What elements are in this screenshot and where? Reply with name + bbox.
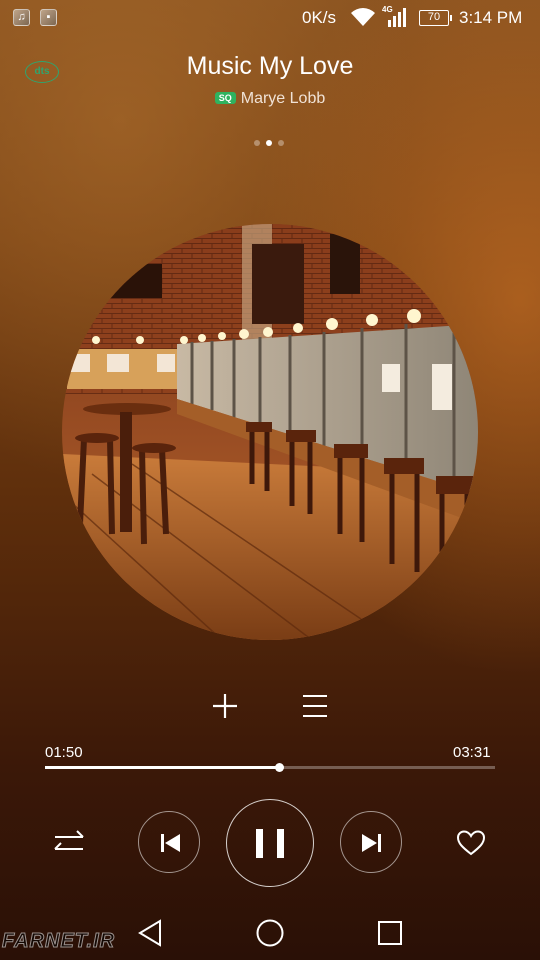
song-title: Music My Love bbox=[186, 52, 354, 80]
pause-button[interactable] bbox=[226, 799, 314, 887]
time-total: 03:31 bbox=[453, 744, 491, 761]
page-dot-active bbox=[266, 140, 272, 146]
signal-icon bbox=[384, 6, 410, 33]
music-notification-icon: ♫ bbox=[13, 9, 30, 26]
artist-row: SQ Marye Lobb bbox=[0, 90, 540, 108]
page-dot bbox=[278, 140, 284, 146]
clock: 3:14 PM bbox=[459, 8, 523, 27]
next-button[interactable] bbox=[340, 811, 402, 873]
queue-icon[interactable] bbox=[302, 694, 328, 718]
wifi-icon bbox=[350, 7, 376, 32]
previous-button[interactable] bbox=[138, 811, 200, 873]
home-icon[interactable] bbox=[255, 918, 285, 948]
page-dot bbox=[254, 140, 260, 146]
network-speed: 0K/s bbox=[302, 8, 337, 27]
pause-icon bbox=[256, 829, 284, 858]
shuffle-icon[interactable] bbox=[53, 828, 87, 858]
status-bar: ♫ ▪ 0K/s 4G 70 3:14 PM bbox=[0, 0, 540, 36]
next-icon bbox=[362, 834, 381, 852]
previous-icon bbox=[161, 834, 180, 852]
watermark: FARNET.IR bbox=[1, 930, 116, 953]
back-icon[interactable] bbox=[137, 918, 163, 948]
add-to-playlist-icon[interactable] bbox=[212, 693, 238, 719]
battery-icon: 70 bbox=[419, 10, 452, 26]
seek-bar-fill bbox=[45, 766, 280, 769]
recents-icon[interactable] bbox=[377, 920, 403, 946]
sq-quality-badge: SQ bbox=[214, 92, 236, 104]
favorite-heart-icon[interactable] bbox=[456, 829, 486, 857]
seek-bar-knob[interactable] bbox=[275, 763, 285, 772]
artist-name[interactable]: Marye Lobb bbox=[241, 90, 326, 107]
album-art[interactable] bbox=[62, 224, 478, 640]
time-elapsed: 01:50 bbox=[45, 744, 83, 761]
gallery-notification-icon: ▪ bbox=[40, 9, 57, 26]
seek-bar[interactable] bbox=[45, 763, 495, 772]
